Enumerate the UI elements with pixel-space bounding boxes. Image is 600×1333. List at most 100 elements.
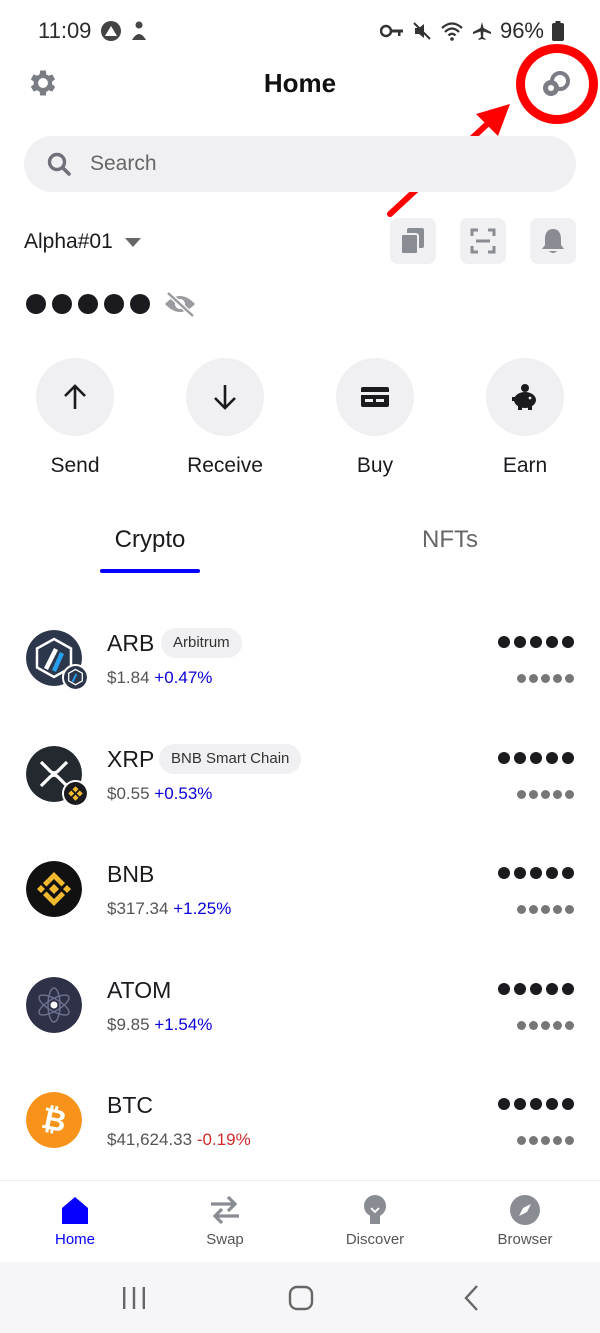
buy-button[interactable]: Buy <box>320 358 430 478</box>
piggy-bank-icon <box>512 384 536 410</box>
asset-price-line: $41,624.33 -0.19% <box>107 1130 251 1150</box>
arrow-down-icon <box>214 385 236 410</box>
buy-circle <box>336 358 414 436</box>
lightbulb-icon <box>364 1195 386 1224</box>
balance-mask <box>498 982 574 995</box>
search-input[interactable] <box>90 136 550 192</box>
status-bar: 11:09 96% <box>0 0 600 64</box>
card-icon <box>361 387 389 407</box>
asset-price: $0.55 <box>107 783 150 803</box>
vpn-key-icon <box>379 24 403 38</box>
status-right: 96% <box>379 18 564 44</box>
nav-browser-label: Browser <box>497 1231 553 1248</box>
value-mask <box>517 1136 574 1145</box>
value-mask <box>517 789 574 799</box>
scan-icon <box>470 228 496 254</box>
receive-circle <box>186 358 264 436</box>
tab-crypto[interactable]: Crypto <box>75 526 225 554</box>
asset-price-line: $1.84 +0.47% <box>107 668 212 688</box>
annotation-circle <box>516 44 598 124</box>
notification-person-icon <box>132 21 146 40</box>
airplane-icon <box>472 22 491 40</box>
wallet-name: Alpha#01 <box>24 230 113 253</box>
asset-price: $41,624.33 <box>107 1130 193 1149</box>
wifi-icon <box>441 22 463 41</box>
receive-button[interactable]: Receive <box>170 358 280 478</box>
notifications-button[interactable] <box>530 218 576 264</box>
balance-mask <box>498 636 574 648</box>
chevron-down-icon <box>124 237 141 247</box>
recent-apps-icon[interactable] <box>120 1284 148 1312</box>
tab-nfts[interactable]: NFTs <box>375 526 525 554</box>
asset-change: +0.53% <box>154 783 213 803</box>
balance-mask <box>498 751 574 764</box>
eye-off-icon[interactable] <box>162 290 198 318</box>
balance-mask-dot <box>130 294 150 314</box>
asset-row-xrp[interactable]: XRP BNB Smart Chain $0.55 +0.53% <box>0 730 600 846</box>
asset-price: $9.85 <box>107 1014 150 1034</box>
balance-mask-dot <box>78 294 98 314</box>
copy-address-button[interactable] <box>390 218 436 264</box>
asset-symbol: BNB <box>107 861 155 887</box>
bottom-nav: Home Swap Discover Browser <box>0 1180 600 1262</box>
chain-badge: Arbitrum <box>161 628 242 658</box>
asset-change: -0.19% <box>196 1130 251 1149</box>
balance-mask <box>498 1098 574 1110</box>
value-mask <box>517 674 574 683</box>
buy-label: Buy <box>356 454 394 477</box>
home-icon <box>62 1197 88 1224</box>
chain-badge: BNB Smart Chain <box>159 743 302 774</box>
nav-browser[interactable]: Browser <box>465 1193 585 1248</box>
asset-row-btc[interactable]: ₿ BTC $41,624.33 -0.19% <box>0 1076 600 1192</box>
nav-swap[interactable]: Swap <box>165 1193 285 1248</box>
compass-icon <box>510 1195 540 1225</box>
asset-price-line: $9.85 +1.54% <box>107 1015 212 1035</box>
quick-actions: Send Receive Buy Earn <box>0 358 600 488</box>
status-time: 11:09 <box>38 18 92 43</box>
asset-change: +1.54% <box>154 1014 213 1034</box>
bell-icon <box>542 229 564 253</box>
asset-price: $317.34 <box>107 899 169 918</box>
system-nav-bar <box>0 1262 600 1333</box>
balance-mask-dot <box>26 294 46 314</box>
balance-mask-dot <box>52 294 72 314</box>
asset-row-atom[interactable]: ATOM $9.85 +1.54% <box>0 961 600 1077</box>
asset-price-line: $317.34 +1.25% <box>107 899 231 919</box>
asset-price: $1.84 <box>107 668 150 687</box>
asset-row-bnb[interactable]: BNB $317.34 +1.25% <box>0 845 600 961</box>
value-mask <box>517 905 574 914</box>
arbitrum-chain-icon <box>62 664 89 691</box>
wallet-selector[interactable]: Alpha#01 <box>24 230 141 254</box>
mute-icon <box>413 22 431 40</box>
back-chevron-icon[interactable] <box>458 1284 486 1312</box>
asset-symbol: ATOM <box>107 976 172 1003</box>
search-bar[interactable] <box>24 136 576 192</box>
value-mask <box>517 1020 574 1030</box>
nav-home[interactable]: Home <box>15 1193 135 1248</box>
nav-discover-label: Discover <box>345 1231 405 1248</box>
send-button[interactable]: Send <box>20 358 130 478</box>
copy-icon <box>400 228 424 255</box>
bnb-logo-icon <box>26 861 82 917</box>
tab-active-indicator <box>100 569 200 573</box>
earn-button[interactable]: Earn <box>470 358 580 478</box>
arrow-up-icon <box>64 384 86 409</box>
cosmos-atom-logo-icon <box>26 976 82 1033</box>
send-label: Send <box>50 454 100 477</box>
home-system-icon[interactable] <box>287 1284 315 1312</box>
asset-symbol: BTC <box>107 1092 153 1118</box>
asset-symbol: XRP <box>107 745 155 772</box>
asset-list: ARB Arbitrum $1.84 +0.47% XRP BNB Smart … <box>0 614 600 1192</box>
search-icon <box>47 152 71 176</box>
asset-tabs: Crypto NFTs <box>0 520 600 576</box>
battery-icon <box>552 21 564 41</box>
balance-mask-dot <box>104 294 124 314</box>
asset-row-arb[interactable]: ARB Arbitrum $1.84 +0.47% <box>0 614 600 730</box>
send-circle <box>36 358 114 436</box>
notification-app-icon <box>101 21 121 41</box>
scan-qr-button[interactable] <box>460 218 506 264</box>
nav-discover[interactable]: Discover <box>315 1193 435 1248</box>
balance-hidden <box>26 290 198 318</box>
asset-change: +1.25% <box>173 899 232 918</box>
asset-change: +0.47% <box>154 668 213 687</box>
